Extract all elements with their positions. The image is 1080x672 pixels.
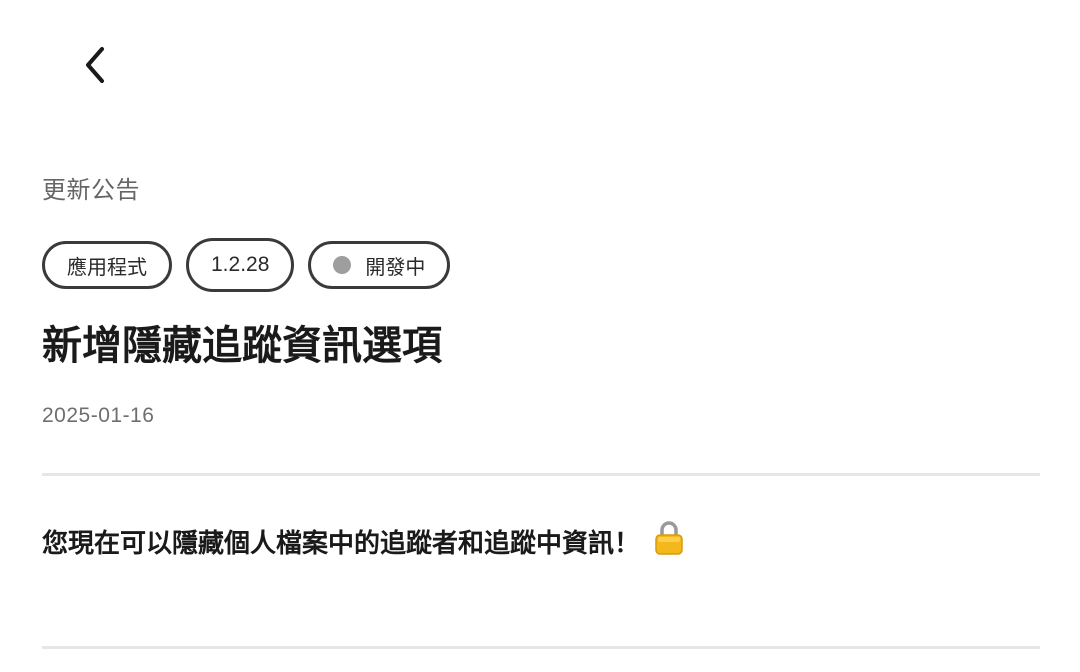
chevron-left-icon [80,45,110,85]
tag-list: 應用程式 1.2.28 開發中 [42,238,451,292]
page-title: 新增隱藏追蹤資訊選項 [42,323,442,369]
category-tag: 應用程式 [42,241,172,289]
version-tag-label: 1.2.28 [211,253,270,276]
status-dot-icon [333,256,352,274]
announcement-body: 您現在可以隱藏個人檔案中的追蹤者和追蹤中資訊！ [42,520,684,568]
version-tag: 1.2.28 [186,238,295,292]
category-tag-label: 應用程式 [67,254,147,279]
status-badge-label: 開發中 [365,254,426,279]
publish-date: 2025-01-16 [42,404,155,427]
lock-icon [654,520,684,568]
divider [42,646,1040,649]
announcement-text: 您現在可以隱藏個人檔案中的追蹤者和追蹤中資訊！ [42,529,641,559]
status-badge: 開發中 [308,241,451,289]
section-label: 更新公告 [42,176,140,204]
back-button[interactable] [60,30,130,100]
divider [42,473,1040,476]
